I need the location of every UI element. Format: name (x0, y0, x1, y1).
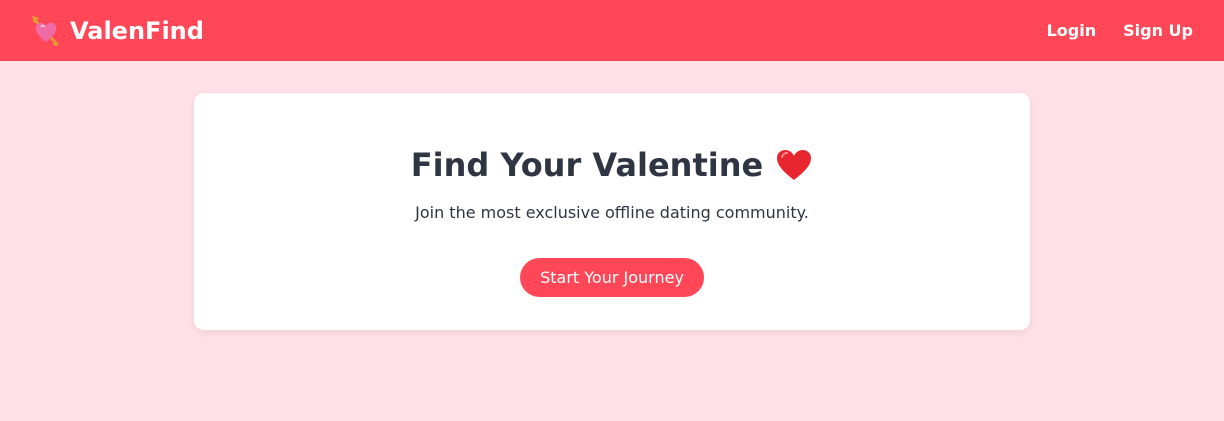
navbar: ValenFind Login Sign Up (0, 0, 1224, 61)
brand-name: ValenFind (70, 16, 204, 45)
hero-title-text: Find Your Valentine (410, 146, 764, 184)
main-content: Find Your Valentine Join the most exclus… (0, 61, 1224, 330)
nav-links: Login Sign Up (1020, 21, 1193, 40)
red-heart-icon (775, 148, 813, 182)
login-link[interactable]: Login (1047, 21, 1097, 40)
sign-up-link[interactable]: Sign Up (1123, 21, 1193, 40)
hero-card: Find Your Valentine Join the most exclus… (194, 93, 1030, 330)
heart-with-arrow-icon (32, 15, 60, 46)
brand-link[interactable]: ValenFind (32, 15, 204, 46)
hero-title: Find Your Valentine (411, 145, 813, 185)
start-journey-button[interactable]: Start Your Journey (520, 258, 704, 297)
hero-subtitle: Join the most exclusive offline dating c… (415, 203, 809, 222)
